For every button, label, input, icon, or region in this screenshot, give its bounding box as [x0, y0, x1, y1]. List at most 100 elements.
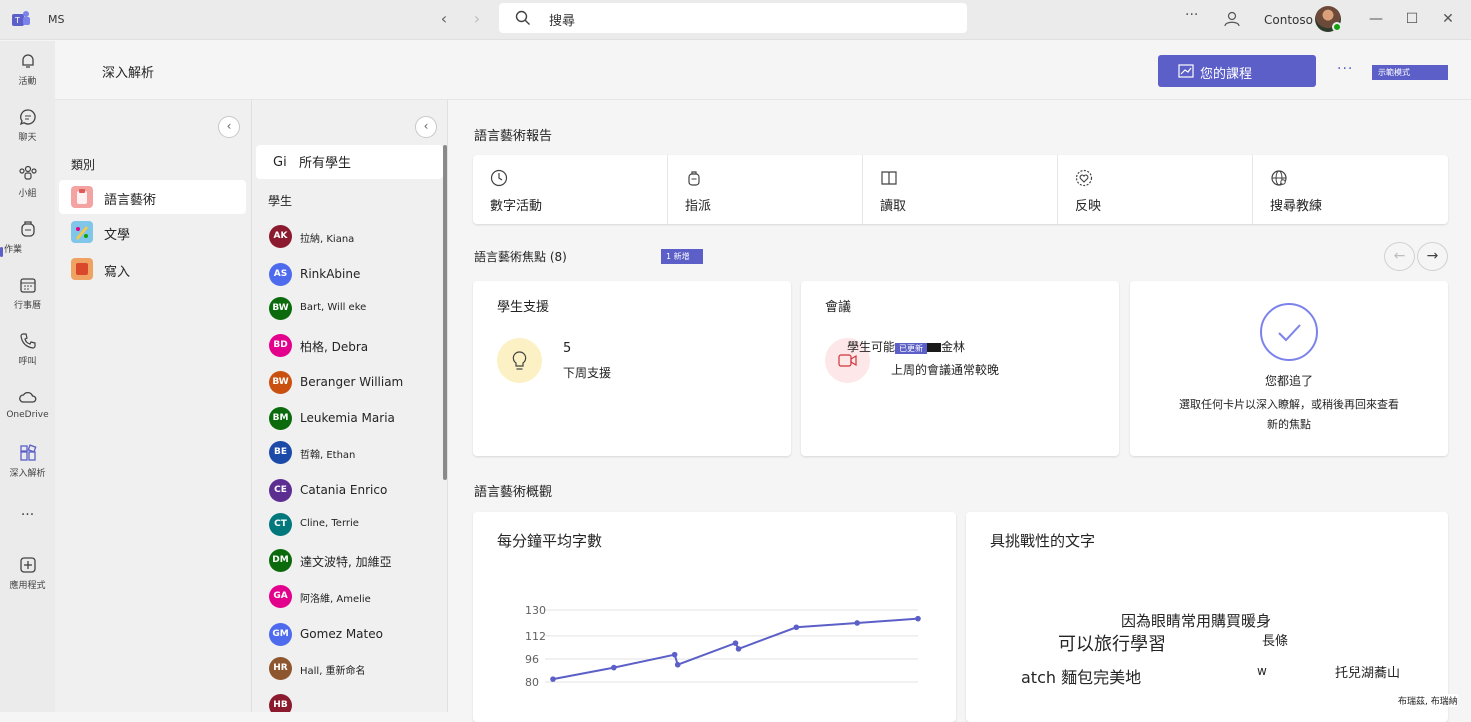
student-row[interactable]: AK 拉納, Kiana	[252, 220, 442, 256]
language-arts-icon	[71, 186, 93, 208]
heart-icon	[1075, 169, 1093, 187]
student-support-card[interactable]: 學生支援 5 下周支援	[473, 281, 791, 456]
rail-item-apps[interactable]: 應用程式	[0, 555, 55, 591]
student-row[interactable]: CE Catania Enrico	[252, 474, 442, 510]
students-scrollbar[interactable]	[443, 145, 447, 480]
rail-label: OneDrive	[6, 410, 49, 420]
report-item-reflect[interactable]: 反映	[1058, 155, 1253, 224]
rail-item-teams[interactable]: 小組	[0, 163, 55, 199]
meeting-line1: 學生可能 已更新 金林	[847, 338, 965, 355]
forward-arrow-icon[interactable]: ›	[467, 9, 487, 29]
rail-item-assignments[interactable]: 作業	[0, 219, 55, 255]
student-row[interactable]: HR Hall, 重新命名	[252, 652, 442, 688]
people-icon[interactable]	[1223, 10, 1241, 28]
collapse-students-button[interactable]: ‹	[415, 116, 437, 138]
spotlight-next-button[interactable]: →	[1417, 242, 1448, 271]
student-row[interactable]: GM Gomez Mateo	[252, 618, 442, 654]
spotlight-section-title: 語言藝術焦點 (8)	[474, 250, 567, 264]
all-students-label: 所有學生	[299, 156, 352, 171]
data-point[interactable]	[674, 661, 681, 668]
y-tick-label: 96	[525, 653, 539, 666]
category-item-writing[interactable]: 寫入	[59, 252, 246, 286]
student-row[interactable]: HB	[252, 689, 442, 712]
student-row[interactable]: BW Beranger William	[252, 366, 442, 402]
more-options-button[interactable]: ···	[1185, 7, 1198, 23]
rail-item-onedrive[interactable]: OneDrive	[0, 387, 55, 420]
rail-item-activity[interactable]: 活動	[0, 51, 55, 87]
redaction-block	[927, 343, 942, 352]
student-row[interactable]: CT Cline, Terrie	[252, 508, 442, 544]
data-point[interactable]	[735, 646, 742, 652]
word-cloud-item: w	[1257, 664, 1267, 678]
caught-up-card: 您都追了 選取任何卡片以深入瞭解，或稍後再回來查看 新的焦點	[1130, 281, 1448, 456]
student-row[interactable]: DM 達文波特, 加維亞	[252, 544, 442, 580]
your-courses-button[interactable]: 您的課程	[1158, 55, 1316, 87]
rail-item-chat[interactable]: 聊天	[0, 107, 55, 143]
student-row[interactable]: BD 柏格, Debra	[252, 329, 442, 365]
wpm-chart-card[interactable]: 每分鐘平均字數 130 112 96 80	[473, 512, 956, 722]
category-item-literature[interactable]: 文學	[59, 215, 246, 249]
report-item-reading[interactable]: 讀取	[863, 155, 1058, 224]
report-label: 搜尋教練	[1270, 199, 1323, 214]
student-row[interactable]: AS RinkAbine	[252, 258, 442, 294]
rail-more-button[interactable]: ···	[0, 507, 55, 523]
rail-item-calendar[interactable]: 行事曆	[0, 275, 55, 311]
student-name: RinkAbine	[300, 267, 361, 281]
data-point[interactable]	[854, 620, 860, 626]
data-point[interactable]	[611, 664, 617, 671]
report-label: 指派	[685, 199, 712, 214]
report-item-digital-activity[interactable]: 數字活動	[473, 155, 668, 224]
back-arrow-icon[interactable]: ‹	[434, 9, 454, 29]
collapse-categories-button[interactable]: ‹	[218, 116, 240, 138]
cloud-icon	[18, 391, 36, 403]
student-avatar: DM	[269, 549, 292, 572]
categories-heading: 類別	[71, 158, 96, 172]
teams-icon	[18, 165, 37, 180]
report-section-title: 語言藝術報告	[474, 129, 553, 144]
globe-icon	[1271, 170, 1287, 186]
category-label: 語言藝術	[104, 193, 157, 208]
category-item-language-arts[interactable]: 語言藝術	[59, 180, 246, 214]
students-heading: 學生	[268, 194, 293, 208]
rail-item-insights[interactable]: 深入解析	[0, 443, 55, 479]
demo-mode-badge: 示範模式	[1372, 65, 1448, 80]
student-row[interactable]: BE 哲翰, Ethan	[252, 436, 442, 472]
rail-label: 呼叫	[18, 357, 37, 367]
minimize-button[interactable]: —	[1366, 9, 1386, 29]
rail-label: 活動	[18, 77, 37, 87]
caught-up-title: 您都追了	[1264, 374, 1313, 388]
calendar-icon	[19, 278, 36, 293]
footer-student-name: 布瑞茲, 布瑞納	[1398, 694, 1458, 707]
words-card-title: 具挑戰性的文字	[990, 532, 1096, 550]
all-students-item[interactable]: Gi 所有學生	[256, 145, 443, 179]
search-input[interactable]: 搜尋	[499, 3, 967, 33]
report-item-assignments[interactable]: 指派	[668, 155, 863, 224]
org-name[interactable]: Contoso	[1264, 13, 1313, 27]
word-cloud-item: 長條	[1262, 634, 1289, 649]
student-row[interactable]: BM Leukemia Maria	[252, 402, 442, 438]
maximize-button[interactable]: ☐	[1402, 9, 1422, 29]
caught-up-line2: 新的焦點	[1267, 418, 1311, 431]
student-row[interactable]: BW Bart, Will eke	[252, 292, 442, 328]
data-point[interactable]	[550, 676, 556, 682]
data-point[interactable]	[732, 640, 739, 646]
data-point[interactable]	[793, 624, 800, 631]
close-button[interactable]: ✕	[1438, 9, 1458, 29]
data-point[interactable]	[671, 651, 678, 658]
presence-status-icon	[1332, 22, 1342, 32]
caught-up-line1: 選取任何卡片以深入瞭解，或稍後再回來查看	[1179, 398, 1399, 411]
card-title: 學生支援	[497, 300, 550, 315]
header-more-button[interactable]: ···	[1337, 61, 1353, 77]
meeting-card[interactable]: 會議 學生可能 已更新 金林 上周的會議通常較晚	[801, 281, 1119, 456]
data-point[interactable]	[915, 615, 921, 622]
student-avatar: CT	[269, 513, 292, 536]
challenging-words-card[interactable]: 具挑戰性的文字 因為眼睛常用購買暖身 可以旅行學習 長條 atch 麵包完美地 …	[966, 512, 1448, 722]
report-item-search-coach[interactable]: 搜尋教練	[1253, 155, 1448, 224]
spotlight-prev-button[interactable]: ←	[1384, 242, 1415, 271]
rail-item-calls[interactable]: 呼叫	[0, 331, 55, 367]
rail-label: 小組	[18, 189, 37, 199]
rail-label: 行事曆	[13, 301, 41, 311]
student-avatar: HB	[269, 694, 292, 712]
title-bar: T MS ‹ › 搜尋 ··· Contoso — ☐ ✕	[0, 0, 1471, 40]
student-row[interactable]: GA 阿洛維, Amelie	[252, 580, 442, 616]
